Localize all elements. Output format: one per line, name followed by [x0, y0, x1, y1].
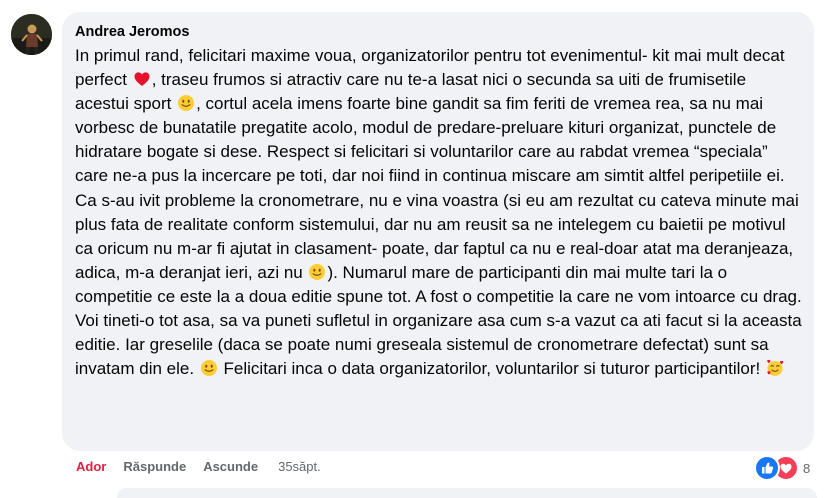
comment-author[interactable]: Andrea Jeromos	[75, 23, 802, 41]
comment-bubble: Andrea Jeromos In primul rand, felicitar…	[62, 12, 814, 451]
reaction-count: 8	[803, 460, 811, 476]
red-heart-icon	[133, 70, 151, 88]
comment-text-segment: , cortul acela imens foarte bine gandit …	[75, 94, 799, 282]
reply-button[interactable]: Răspunde	[123, 459, 186, 474]
smiling-face-with-hearts-icon	[766, 359, 784, 377]
reactions-summary[interactable]: 8	[754, 455, 810, 481]
comment-text: In primul rand, felicitari maxime voua, …	[75, 44, 803, 381]
comment-actions: Ador Răspunde Ascunde 35săpt.	[76, 459, 321, 474]
like-icon	[754, 455, 780, 481]
avatar-photo	[11, 14, 52, 55]
slightly-smiling-face-icon	[177, 94, 195, 112]
like-button[interactable]: Ador	[76, 459, 106, 474]
comment-timestamp[interactable]: 35săpt.	[278, 459, 321, 474]
hide-button[interactable]: Ascunde	[203, 459, 258, 474]
next-reply-bubble	[117, 488, 817, 498]
slightly-smiling-face-icon	[200, 359, 218, 377]
comment-text-segment: Felicitari inca o data organizatorilor, …	[218, 359, 765, 379]
slightly-smiling-face-icon	[308, 263, 326, 281]
avatar[interactable]	[11, 14, 52, 55]
